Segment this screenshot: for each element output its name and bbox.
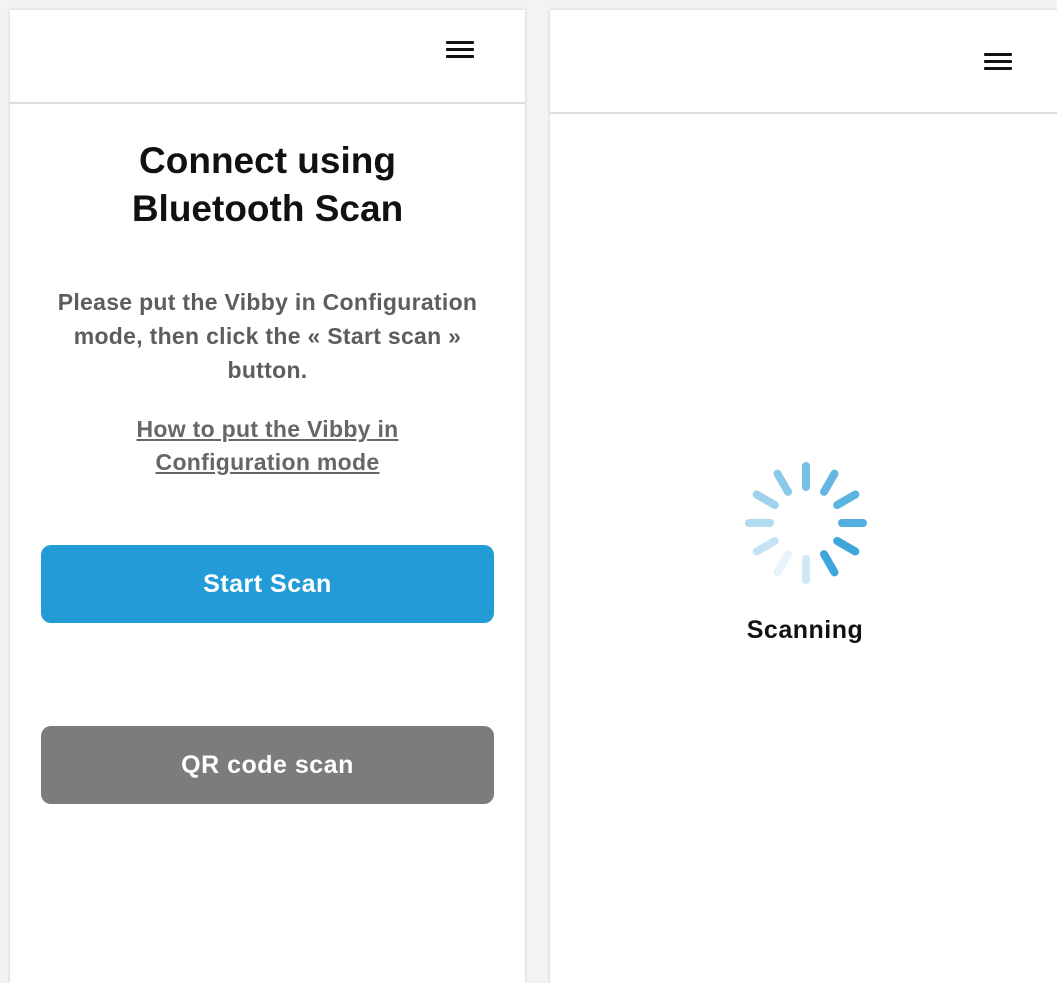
scanning-status: Scanning [746,616,864,644]
spinner-spoke [820,469,839,496]
spinner-spoke [833,537,860,556]
loading-spinner-icon [745,462,867,584]
app-stage: Connect using Bluetooth Scan Please put … [0,0,1057,983]
bluetooth-connect-screen: Connect using Bluetooth Scan Please put … [10,10,525,983]
spinner-spoke [752,490,779,509]
scanning-screen: Scanning [550,10,1057,983]
spinner-spoke [833,490,860,509]
top-bar [550,10,1057,114]
hamburger-menu-icon[interactable] [444,38,476,62]
spinner-spoke [820,550,839,577]
top-bar [10,10,525,104]
start-scan-button[interactable]: Start Scan [41,545,494,623]
spinner-spoke [773,550,792,577]
spinner-spoke [773,469,792,496]
spinner-spoke [752,537,779,556]
configuration-help-link[interactable]: How to put the Vibby in Configuration mo… [100,413,435,479]
hamburger-menu-icon[interactable] [982,50,1014,74]
page-title: Connect using Bluetooth Scan [131,140,404,229]
qr-code-scan-button[interactable]: QR code scan [41,726,494,804]
instructions-text: Please put the Vibby in Configuration mo… [57,289,478,383]
